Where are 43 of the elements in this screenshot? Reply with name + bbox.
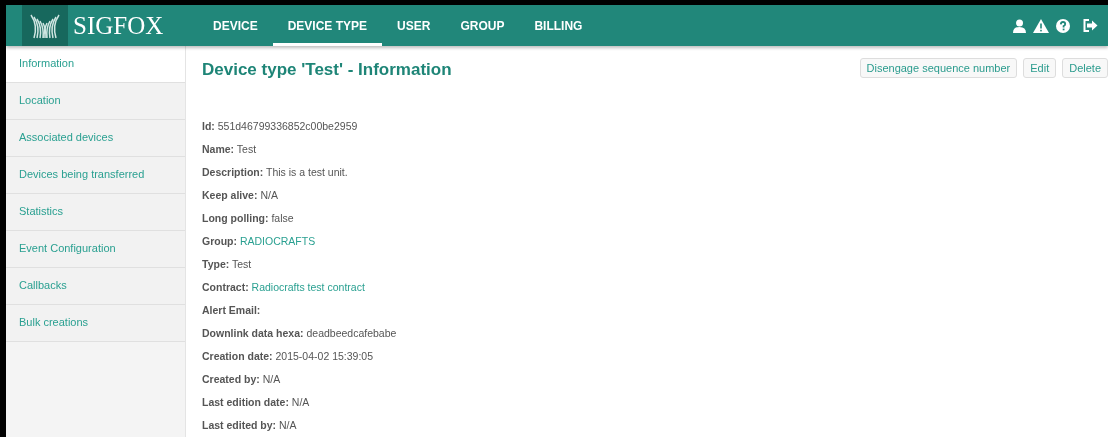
field-label: Long polling: xyxy=(202,212,269,224)
field-label: Last edition date: xyxy=(202,396,289,408)
field-label: Creation date: xyxy=(202,350,273,362)
field-label: Type: xyxy=(202,258,230,270)
field-link[interactable]: Radiocrafts test contract xyxy=(251,281,365,293)
field-value: This is a test unit. xyxy=(266,166,348,178)
nav-tab[interactable]: DEVICE TYPE xyxy=(272,5,383,46)
action-button[interactable]: Edit xyxy=(1023,58,1057,78)
action-button[interactable]: Disengage sequence number xyxy=(859,58,1018,78)
field-value: deadbeedcafebabe xyxy=(306,327,397,339)
field-label: Downlink data hexa: xyxy=(202,327,304,339)
field-label: Keep alive: xyxy=(202,189,258,201)
field-label: Id: xyxy=(202,120,215,132)
field-link[interactable]: RADIOCRAFTS xyxy=(239,235,316,247)
field-value: N/A xyxy=(260,189,278,201)
field-label: Name: xyxy=(202,143,235,155)
field-label: Last edited by: xyxy=(202,419,277,431)
field-value: Test xyxy=(231,258,252,270)
field-label: Group: xyxy=(202,235,237,247)
page-title: Device type 'Test' - Information xyxy=(202,60,452,80)
field-value: Test xyxy=(236,143,257,155)
nav-tab[interactable]: GROUP xyxy=(445,5,520,46)
field-value: 551d46799336852c00be2959 xyxy=(217,120,358,132)
field-value: 2015-04-02 15:39:05 xyxy=(275,350,373,362)
help-icon[interactable] xyxy=(1056,18,1070,33)
logo-icon xyxy=(22,5,68,46)
field-value: N/A xyxy=(262,373,281,385)
nav-tab[interactable]: USER xyxy=(382,5,446,46)
field-label: Alert Email: xyxy=(202,304,261,316)
nav-tab[interactable]: BILLING xyxy=(519,5,598,46)
field-value: false xyxy=(271,212,294,224)
field-value: N/A xyxy=(279,419,297,431)
warning-icon[interactable] xyxy=(1033,18,1049,33)
nav-tab[interactable]: DEVICE xyxy=(198,5,273,46)
logout-icon[interactable] xyxy=(1083,19,1098,32)
field-value: N/A xyxy=(291,396,310,408)
field-label: Contract: xyxy=(202,281,249,293)
field-label: Description: xyxy=(202,166,264,178)
user-icon[interactable] xyxy=(1013,18,1026,33)
sidebar-item[interactable]: Information xyxy=(6,46,185,83)
action-button[interactable]: Delete xyxy=(1062,58,1108,78)
logo-wordmark: SIGFOX xyxy=(73,11,165,40)
field-label: Created by: xyxy=(202,373,260,385)
